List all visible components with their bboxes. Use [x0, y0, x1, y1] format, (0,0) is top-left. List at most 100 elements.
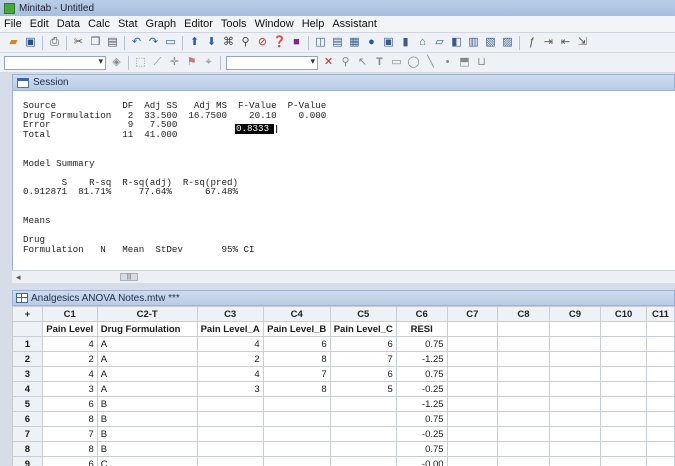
- empty-cell[interactable]: [548, 336, 602, 352]
- empty-cell[interactable]: [600, 381, 647, 397]
- empty-cell[interactable]: [548, 396, 602, 412]
- data-cell[interactable]: [196, 426, 264, 442]
- data-cell[interactable]: 3: [41, 381, 98, 397]
- data-cell[interactable]: 7: [262, 366, 331, 382]
- empty-cell[interactable]: [446, 396, 499, 412]
- data-cell[interactable]: 2: [41, 351, 98, 367]
- empty-cell[interactable]: [600, 456, 647, 466]
- empty-cell[interactable]: [446, 366, 499, 382]
- empty-cell[interactable]: [497, 351, 550, 367]
- edit-icon[interactable]: ◈: [109, 55, 124, 70]
- empty-cell[interactable]: [446, 381, 499, 397]
- menu-tools[interactable]: Tools: [217, 18, 251, 30]
- stop-icon[interactable]: ■: [289, 35, 304, 50]
- menu-window[interactable]: Window: [251, 18, 298, 30]
- data-cell[interactable]: [262, 411, 331, 427]
- empty-cell[interactable]: [446, 426, 499, 442]
- row-number[interactable]: 5: [12, 396, 43, 412]
- column-name-cell[interactable]: Drug Formulation: [96, 321, 198, 337]
- data-cell[interactable]: B: [96, 411, 198, 427]
- empty-cell[interactable]: [645, 366, 675, 382]
- data-cell[interactable]: C: [96, 456, 198, 466]
- data-cell[interactable]: [262, 396, 331, 412]
- data-cell[interactable]: -0.25: [395, 426, 448, 442]
- empty-cell[interactable]: [446, 411, 499, 427]
- arrow-up-icon[interactable]: ⬆: [187, 35, 202, 50]
- menu-assistant[interactable]: Assistant: [328, 18, 381, 30]
- undo-icon[interactable]: ↶: [129, 35, 144, 50]
- clear-cells-icon[interactable]: ⇲: [575, 35, 590, 50]
- data-cell[interactable]: [196, 441, 264, 457]
- column-header[interactable]: C2-T: [96, 306, 198, 322]
- column-header[interactable]: C3: [196, 306, 264, 322]
- menu-calc[interactable]: Calc: [84, 18, 114, 30]
- empty-cell[interactable]: [446, 456, 499, 466]
- graph-element-dropdown[interactable]: [4, 55, 106, 70]
- column-header[interactable]: C9: [548, 306, 602, 322]
- worksheet-window-icon[interactable]: ▦: [347, 35, 362, 50]
- output-icon[interactable]: ◧: [449, 35, 464, 50]
- paste-icon[interactable]: ▤: [105, 35, 120, 50]
- data-cell[interactable]: B: [96, 441, 198, 457]
- table-icon[interactable]: ▥: [466, 35, 481, 50]
- column-header[interactable]: C4: [262, 306, 331, 322]
- binoculars-icon[interactable]: ⌘: [221, 35, 236, 50]
- data-cell[interactable]: 4: [196, 366, 264, 382]
- info-icon[interactable]: ●: [364, 35, 379, 50]
- ellipse-tool-icon[interactable]: ◯: [406, 55, 421, 70]
- empty-cell[interactable]: [645, 426, 675, 442]
- menu-stat[interactable]: Stat: [114, 18, 142, 30]
- function-icon[interactable]: ƒ: [524, 35, 539, 50]
- data-cell[interactable]: [329, 411, 397, 427]
- session-horizontal-scrollbar[interactable]: ◂ |||: [12, 270, 675, 283]
- polygon-tool-icon[interactable]: ⬒: [457, 55, 472, 70]
- row-number[interactable]: 1: [12, 336, 43, 352]
- empty-cell[interactable]: [548, 366, 602, 382]
- scrollbar-thumb[interactable]: |||: [120, 273, 138, 281]
- worksheet-pane-header[interactable]: Analgesics ANOVA Notes.mtw ***: [12, 290, 675, 306]
- report-icon[interactable]: ▮: [398, 35, 413, 50]
- project-manager-icon[interactable]: ⌂: [415, 35, 430, 50]
- save-icon[interactable]: ▣: [23, 35, 38, 50]
- empty-cell[interactable]: [497, 336, 550, 352]
- data-cell[interactable]: 0.75: [395, 366, 448, 382]
- data-cell[interactable]: A: [96, 351, 198, 367]
- data-cell[interactable]: -0.00: [395, 456, 448, 466]
- data-cell[interactable]: 5: [329, 381, 397, 397]
- help-icon[interactable]: ❓: [272, 35, 287, 50]
- column-name-cell[interactable]: Pain Level_A: [196, 321, 264, 337]
- column-name-cell[interactable]: Pain Level_B: [262, 321, 331, 337]
- data-cell[interactable]: 7: [329, 351, 397, 367]
- data-cell[interactable]: -0.25: [395, 381, 448, 397]
- data-cell[interactable]: 8: [41, 441, 98, 457]
- empty-cell[interactable]: [600, 366, 647, 382]
- empty-cell[interactable]: [600, 411, 647, 427]
- session-pane-header[interactable]: Session: [12, 74, 675, 91]
- column-name-cell[interactable]: [645, 321, 675, 337]
- data-cell[interactable]: B: [96, 396, 198, 412]
- empty-cell[interactable]: [600, 351, 647, 367]
- menu-file[interactable]: File: [0, 18, 26, 30]
- data-cell[interactable]: 6: [329, 336, 397, 352]
- zoom-icon[interactable]: ⌖: [201, 55, 216, 70]
- selected-adj-ms-value[interactable]: 0.8333: [235, 124, 274, 134]
- arrow-down-icon[interactable]: ⬇: [204, 35, 219, 50]
- data-cell[interactable]: A: [96, 366, 198, 382]
- empty-cell[interactable]: [645, 336, 675, 352]
- insert-rows-icon[interactable]: ⇥: [541, 35, 556, 50]
- empty-cell[interactable]: [497, 456, 550, 466]
- empty-cell[interactable]: [600, 396, 647, 412]
- scroll-left-arrow-icon[interactable]: ◂: [16, 271, 21, 283]
- empty-cell[interactable]: [446, 441, 499, 457]
- menu-editor[interactable]: Editor: [180, 18, 217, 30]
- grid-corner[interactable]: +: [12, 306, 43, 322]
- empty-cell[interactable]: [645, 381, 675, 397]
- empty-cell[interactable]: [645, 351, 675, 367]
- column-name-cell[interactable]: [600, 321, 647, 337]
- data-cell[interactable]: 4: [196, 336, 264, 352]
- data-cell[interactable]: 4: [41, 366, 98, 382]
- open-folder-icon[interactable]: ▰: [6, 35, 21, 50]
- empty-cell[interactable]: [497, 441, 550, 457]
- data-cell[interactable]: 3: [196, 381, 264, 397]
- rectangle-tool-icon[interactable]: ▭: [389, 55, 404, 70]
